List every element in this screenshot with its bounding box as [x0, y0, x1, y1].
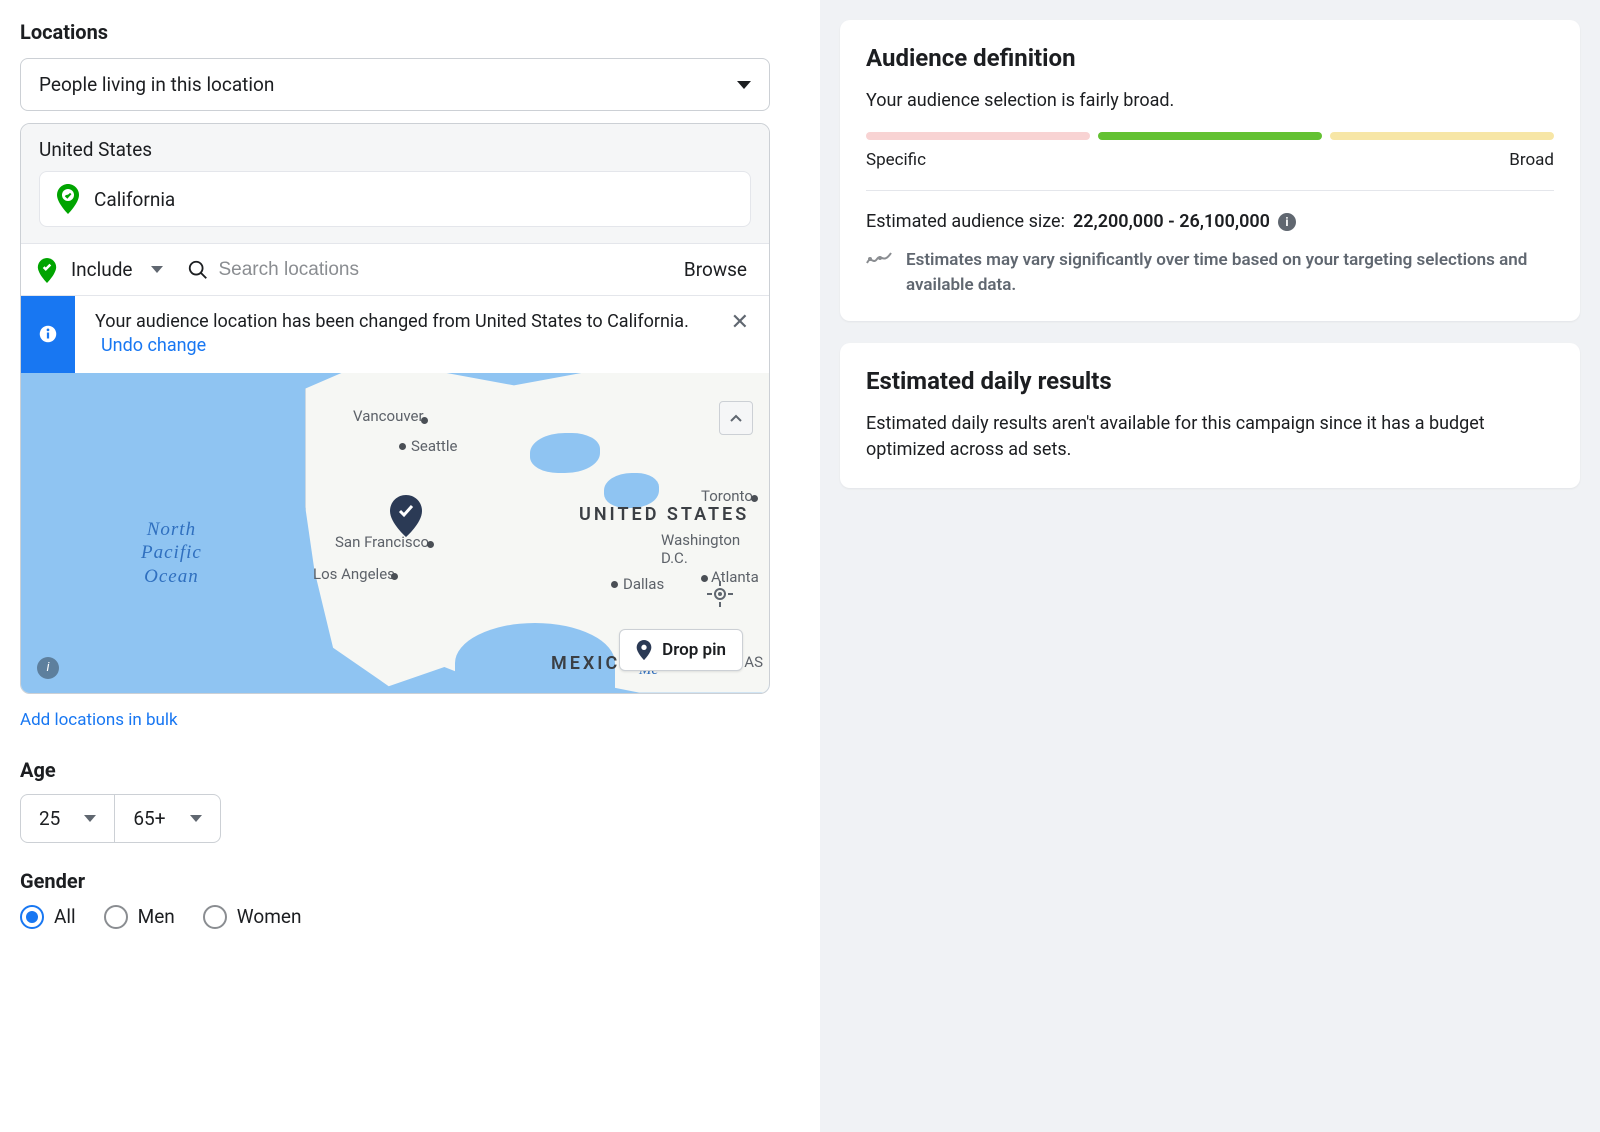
gender-radio-women[interactable]: Women [203, 905, 302, 929]
location-card: United States California Include Browse [20, 123, 770, 694]
map-country-label: UNITED STATES [579, 505, 749, 525]
selected-location-chip[interactable]: California [39, 171, 751, 227]
pin-icon [636, 640, 652, 660]
close-icon[interactable]: ✕ [727, 310, 753, 336]
gender-radio-all[interactable]: All [20, 905, 76, 929]
map-zoom-control[interactable] [719, 401, 753, 435]
map-city-label: Washington D.C. [661, 531, 769, 567]
location-change-notice: Your audience location has been changed … [21, 296, 769, 373]
map-city-label: Toronto [701, 487, 753, 505]
age-min-select[interactable]: 25 [20, 794, 115, 843]
info-icon[interactable]: i [1278, 213, 1296, 231]
info-icon [39, 325, 57, 343]
daily-title: Estimated daily results [866, 367, 1554, 395]
audience-title: Audience definition [866, 44, 1554, 72]
map-crosshair-icon[interactable] [707, 581, 733, 607]
chevron-up-icon [729, 411, 743, 425]
browse-button[interactable]: Browse [678, 254, 753, 285]
undo-change-link[interactable]: Undo change [101, 335, 206, 356]
chevron-down-icon [84, 815, 96, 822]
estimate-value: 22,200,000 - 26,100,000 [1073, 211, 1270, 232]
location-map[interactable]: North Pacific Ocean Vancouver Seattle Sa… [21, 373, 769, 693]
locations-label: Locations [20, 20, 800, 44]
ocean-label: North Pacific Ocean [141, 518, 202, 589]
gauge-segment-specific [866, 132, 1090, 140]
gender-option-label: Men [138, 905, 175, 928]
daily-body: Estimated daily results aren't available… [866, 411, 1554, 463]
search-icon [187, 259, 209, 281]
gauge-segment-broad [1330, 132, 1554, 140]
drop-pin-button[interactable]: Drop pin [619, 629, 743, 671]
radio-icon [203, 905, 227, 929]
notice-text: Your audience location has been changed … [95, 311, 689, 332]
audience-summary: Your audience selection is fairly broad. [866, 88, 1554, 114]
map-city-label: Dallas [623, 575, 664, 593]
chevron-down-icon [737, 81, 751, 89]
radio-icon [20, 905, 44, 929]
location-pin-icon [56, 184, 80, 214]
map-edge-label: AS [744, 653, 763, 671]
age-label: Age [20, 758, 800, 782]
gender-radio-men[interactable]: Men [104, 905, 175, 929]
chart-icon [866, 248, 892, 297]
map-selected-pin-icon [389, 495, 423, 537]
gauge-left-label: Specific [866, 150, 926, 170]
gender-option-label: Women [237, 905, 302, 928]
selected-location-name: California [94, 188, 175, 211]
map-city-label: Vancouver [353, 407, 424, 425]
chevron-down-icon [151, 266, 163, 273]
location-search-input[interactable] [219, 259, 666, 281]
map-city-label: Seattle [411, 437, 457, 455]
age-max-value: 65+ [133, 807, 165, 830]
estimate-note: Estimates may vary significantly over ti… [906, 248, 1554, 297]
location-country: United States [39, 138, 751, 161]
audience-definition-card: Audience definition Your audience select… [840, 20, 1580, 321]
include-pin-icon [37, 258, 57, 282]
chevron-down-icon [190, 815, 202, 822]
location-type-dropdown[interactable]: People living in this location [20, 58, 770, 111]
map-info-icon[interactable]: i [37, 657, 59, 679]
include-dropdown[interactable]: Include [71, 258, 133, 281]
drop-pin-label: Drop pin [662, 640, 726, 660]
gauge-right-label: Broad [1509, 150, 1554, 170]
radio-icon [104, 905, 128, 929]
age-max-select[interactable]: 65+ [115, 794, 220, 843]
add-locations-bulk-link[interactable]: Add locations in bulk [20, 710, 178, 730]
audience-gauge [866, 132, 1554, 140]
daily-results-card: Estimated daily results Estimated daily … [840, 343, 1580, 487]
map-city-label: Los Angeles [313, 565, 395, 583]
location-type-value: People living in this location [39, 73, 274, 96]
estimate-label: Estimated audience size: [866, 211, 1065, 232]
age-min-value: 25 [39, 807, 60, 830]
gender-option-label: All [54, 905, 76, 928]
gauge-segment-current [1098, 132, 1322, 140]
gender-label: Gender [20, 869, 800, 893]
